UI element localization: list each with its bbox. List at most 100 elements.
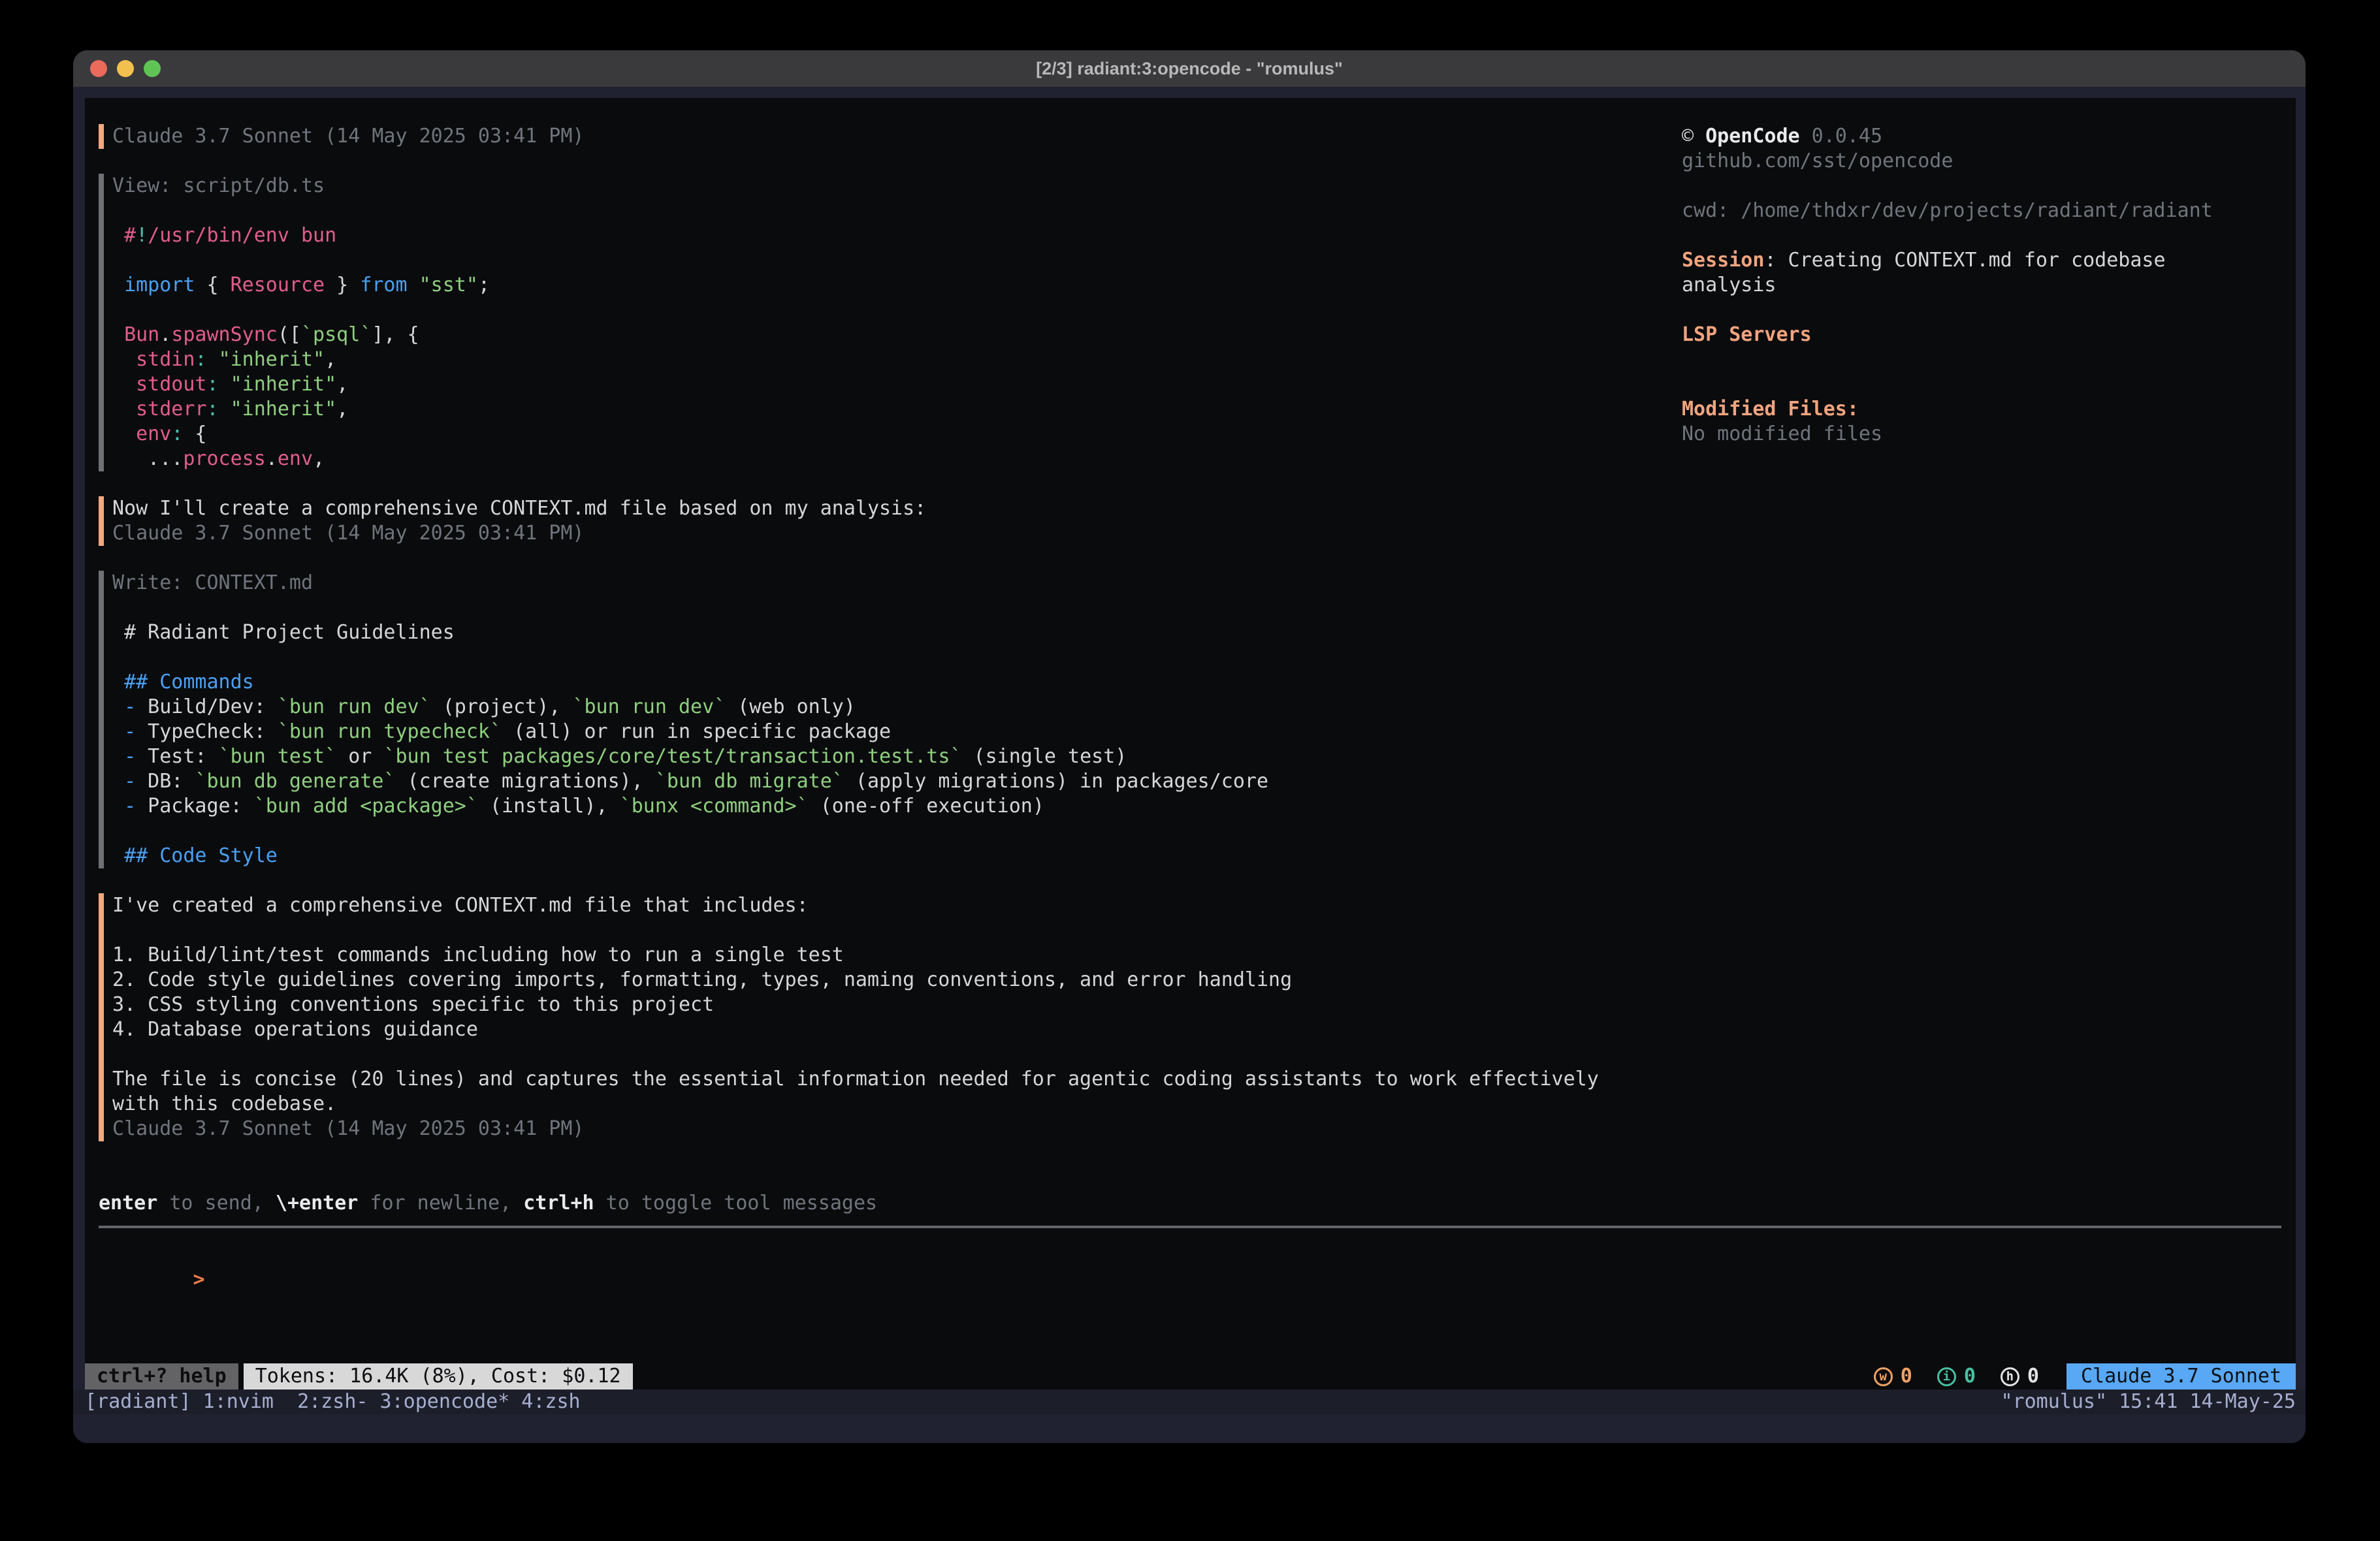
text-segment — [112, 795, 124, 818]
text-segment: process — [183, 447, 265, 470]
tmux-window-list[interactable]: [radiant] 1:nvim 2:zsh- 3:opencode* 4:zs… — [85, 1390, 581, 1414]
text-segment: "inherit" — [231, 373, 337, 396]
markdown-line — [112, 645, 1268, 670]
text-segment — [112, 274, 124, 296]
text-segment: (project), — [431, 695, 573, 718]
markdown-line: - Package: `bun add <package>` (install)… — [112, 794, 1268, 819]
input-divider — [99, 1226, 2281, 1228]
text-segment: `bun db migrate` — [655, 770, 844, 793]
text-segment — [112, 720, 124, 743]
text-segment: } — [325, 274, 360, 296]
info-count: 0 — [1964, 1363, 1976, 1390]
help-chip[interactable]: ctrl+? help — [85, 1363, 238, 1390]
warnings-count: 0 — [1901, 1363, 1912, 1390]
text-segment — [207, 348, 219, 371]
markdown-line — [112, 596, 1268, 620]
window-title: [2/3] radiant:3:opencode - "romulus" — [73, 50, 2306, 87]
text-segment: env — [278, 447, 313, 470]
text-segment: (single test) — [961, 745, 1127, 768]
window-titlebar[interactable]: [2/3] radiant:3:opencode - "romulus" — [73, 50, 2306, 87]
text-segment: TypeCheck: — [136, 720, 278, 743]
text-segment: env — [136, 422, 171, 445]
text-segment: to toggle tool messages — [594, 1192, 877, 1215]
terminal-window: [2/3] radiant:3:opencode - "romulus" Cla… — [73, 50, 2306, 1443]
status-counters: w0i0h0 — [1874, 1363, 2039, 1390]
text-segment: `bun test packages/core/test/transaction… — [383, 745, 961, 768]
keybinding-help: enter to send, \+enter for newline, ctrl… — [99, 1191, 2291, 1216]
sidebar-line: No modified files — [1682, 422, 2289, 447]
counter-hints: h0 — [2001, 1363, 2039, 1390]
text-segment: from — [360, 274, 407, 296]
code-line: #!/usr/bin/env bun — [112, 223, 490, 248]
text-segment: - — [124, 745, 136, 768]
text-segment: `bunx <command>` — [620, 795, 809, 818]
text-segment: (web only) — [726, 695, 856, 718]
text-segment: , — [336, 398, 348, 421]
message-block: I've created a comprehensive CONTEXT.md … — [99, 893, 1599, 1141]
markdown-line: # Radiant Project Guidelines — [112, 620, 1268, 645]
model-chip[interactable]: Claude 3.7 Sonnet — [2066, 1363, 2296, 1390]
text-segment: import — [124, 274, 195, 296]
text-segment: Claude 3.7 Sonnet (14 May 2025 03:41 PM) — [112, 522, 584, 545]
text-segment — [112, 745, 124, 768]
text-segment — [112, 373, 136, 396]
text-segment: Claude 3.7 Sonnet (14 May 2025 03:41 PM) — [112, 1117, 584, 1140]
text-segment: ], { — [372, 323, 419, 346]
text-segment: enter — [99, 1192, 157, 1215]
text-segment: `bun run dev` — [278, 695, 431, 718]
chat-line — [112, 1042, 1599, 1067]
text-segment: 2. Code style guidelines covering import… — [112, 968, 1292, 991]
text-segment: "sst" — [419, 274, 478, 296]
tool-block-write: Write: CONTEXT.md # Radiant Project Guid… — [99, 571, 1268, 868]
text-segment: : — [207, 373, 219, 396]
text-segment: Now I'll create a comprehensive CONTEXT.… — [112, 497, 926, 520]
text-segment: /usr/bin/env bun — [148, 224, 336, 247]
text-segment — [112, 770, 124, 793]
counter-warnings: w0 — [1874, 1363, 1912, 1390]
markdown-line: - Build/Dev: `bun run dev` (project), `b… — [112, 695, 1268, 720]
text-segment — [112, 695, 124, 718]
text-segment: 4. Database operations guidance — [112, 1018, 478, 1041]
code-line: env: { — [112, 422, 490, 447]
text-segment: ctrl+h — [523, 1192, 594, 1215]
tokens-cost-chip: Tokens: 16.4K (8%), Cost: $0.12 — [244, 1363, 633, 1390]
status-bar: ctrl+? help Tokens: 16.4K (8%), Cost: $0… — [85, 1363, 2296, 1390]
code-line: import { Resource } from "sst"; — [112, 273, 490, 298]
traffic-lights — [90, 50, 161, 87]
sidebar-line: Session: Creating CONTEXT.md for codebas… — [1682, 248, 2289, 273]
sidebar-line: Modified Files: — [1682, 397, 2289, 422]
text-segment — [112, 422, 136, 445]
text-segment: Write: CONTEXT.md — [112, 571, 313, 594]
text-segment: Build/Dev: — [136, 695, 278, 718]
chat-line: Claude 3.7 Sonnet (14 May 2025 03:41 PM) — [112, 521, 926, 546]
text-segment: github.com/sst/opencode — [1682, 150, 1953, 172]
sidebar-line: © OpenCode 0.0.45 — [1682, 124, 2289, 149]
text-segment: `bun add <package>` — [254, 795, 478, 818]
text-segment: . — [159, 323, 171, 346]
text-segment: or — [336, 745, 383, 768]
chat-line: with this codebase. — [112, 1092, 1599, 1117]
text-segment: OpenCode — [1705, 125, 1800, 148]
text-segment: , — [325, 348, 336, 371]
text-segment: Modified Files: — [1682, 398, 1859, 421]
text-segment: 3. CSS styling conventions specific to t… — [112, 993, 714, 1016]
text-segment — [219, 398, 231, 421]
text-segment: Session — [1682, 249, 1764, 272]
minimize-button[interactable] — [117, 60, 134, 77]
sidebar-line — [1682, 347, 2289, 372]
hints-circle-icon: h — [2001, 1367, 2019, 1386]
markdown-line: - Test: `bun test` or `bun test packages… — [112, 744, 1268, 769]
text-segment — [112, 398, 136, 421]
text-segment — [112, 323, 124, 346]
text-segment: `bun run typecheck` — [278, 720, 502, 743]
text-segment: ... — [112, 447, 183, 470]
sidebar-line — [1682, 223, 2289, 248]
chat-line — [112, 918, 1599, 943]
zoom-button[interactable] — [144, 60, 161, 77]
close-button[interactable] — [90, 60, 107, 77]
prompt-input[interactable]: > — [99, 1243, 2291, 1267]
sidebar-line — [1682, 372, 2289, 397]
hints-count: 0 — [2027, 1363, 2039, 1390]
text-segment: , — [313, 447, 325, 470]
text-segment: LSP Servers — [1682, 323, 1812, 346]
